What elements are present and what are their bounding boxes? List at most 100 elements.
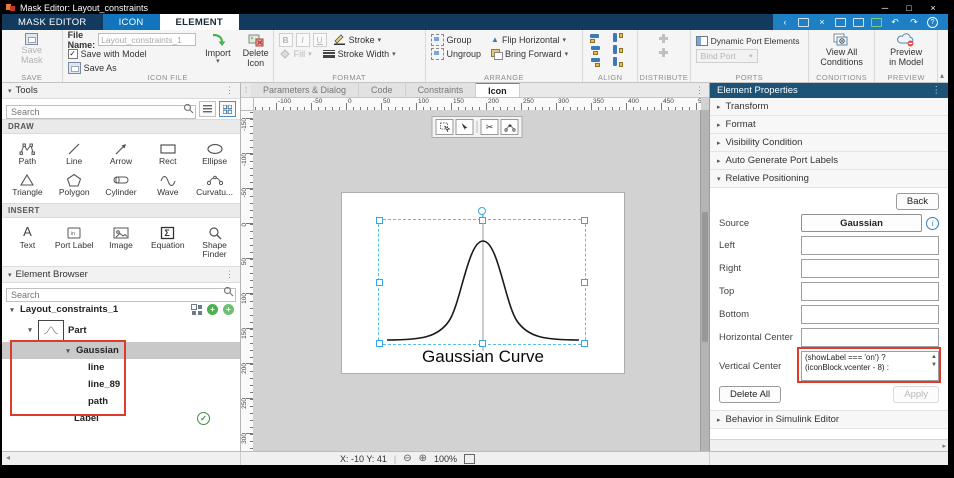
selection-box[interactable] — [378, 219, 586, 345]
tree-item-path[interactable]: path — [2, 393, 240, 410]
delete-all-button[interactable]: Delete All — [719, 386, 781, 403]
stroke-width-button[interactable]: Stroke Width — [338, 49, 390, 59]
save-as-button[interactable]: Save As — [84, 63, 117, 73]
zoom-level[interactable]: 100% — [434, 454, 457, 464]
align-middle-icon[interactable] — [612, 45, 625, 55]
section-visibility-condition[interactable]: ▸ Visibility Condition — [710, 134, 948, 152]
tree-item-line[interactable]: line — [2, 359, 240, 376]
align-left-icon[interactable] — [590, 33, 603, 43]
view-all-conditions-button[interactable]: View All Conditions — [814, 32, 870, 69]
apply-button[interactable]: Apply — [893, 386, 939, 403]
tool-image[interactable]: Image — [98, 221, 145, 262]
paste-icon[interactable] — [853, 18, 864, 27]
canvas-vertical-scrollbar[interactable] — [700, 110, 709, 451]
stroke-button[interactable]: Stroke — [349, 35, 375, 45]
collapse-left-icon[interactable]: ‹ — [779, 17, 791, 27]
vertical-center-input[interactable]: (showLabel === 'on') ? (iconBlock.vcente… — [801, 351, 939, 381]
tab-constraints[interactable]: Constraints — [406, 83, 477, 97]
tree-item-root[interactable]: ▾ Layout_constraints_1 + + — [2, 301, 240, 318]
add-group-icon[interactable]: + — [223, 304, 234, 315]
handle-w[interactable] — [376, 279, 383, 286]
left-input[interactable] — [801, 236, 939, 255]
file-name-input[interactable] — [98, 33, 196, 46]
bind-port-dropdown[interactable]: Bind Port ▾ — [696, 49, 758, 63]
back-button[interactable]: Back — [896, 193, 939, 210]
add-point-tool-button[interactable] — [501, 119, 519, 135]
align-center-icon[interactable] — [590, 45, 603, 55]
icon-artboard[interactable]: Gaussian Curve — [341, 192, 625, 374]
cut-path-tool-button[interactable]: ✂ — [481, 119, 499, 135]
info-icon[interactable]: i — [926, 217, 939, 230]
canvas-tabs-menu-icon[interactable]: ⋮ — [690, 83, 709, 97]
scroll-left-icon[interactable]: ◂ — [6, 453, 10, 462]
tool-polygon[interactable]: Polygon — [51, 168, 98, 199]
align-bottom-icon[interactable] — [612, 57, 625, 67]
tab-parameters-dialog[interactable]: Parameters & Dialog — [251, 83, 359, 97]
element-browser-menu-icon[interactable]: ⋮ — [225, 269, 234, 280]
right-input[interactable] — [801, 259, 939, 278]
tree-item-gaussian[interactable]: ▾ Gaussian — [2, 342, 240, 359]
tree-item-part[interactable]: ▾ Part — [2, 318, 240, 342]
handle-sw[interactable] — [376, 340, 383, 347]
fit-to-view-icon[interactable] — [464, 454, 475, 464]
minimize-button[interactable]: ─ — [874, 2, 896, 14]
direct-select-tool-button[interactable] — [456, 119, 474, 135]
underline-button[interactable]: U — [313, 33, 327, 47]
grid-view-button[interactable] — [219, 101, 236, 117]
group-button[interactable]: Group — [447, 35, 472, 45]
bold-button[interactable]: B — [279, 33, 293, 47]
source-value-button[interactable]: Gaussian — [801, 214, 922, 232]
fill-button[interactable]: Fill — [294, 49, 306, 59]
preview-in-model-button[interactable]: Preview in Model — [880, 32, 932, 69]
align-right-icon[interactable] — [590, 57, 603, 67]
tool-triangle[interactable]: Triangle — [4, 168, 51, 199]
tool-arrow[interactable]: Arrow — [98, 137, 145, 168]
tool-text[interactable]: A Text — [4, 221, 51, 262]
canvas-area[interactable]: ✂ Gaussian Curve — [253, 110, 701, 451]
scroll-right-icon[interactable]: ▸ — [942, 442, 946, 450]
save-mask-button[interactable]: Save Mask — [7, 32, 57, 67]
section-behavior-simulink[interactable]: ▸ Behavior in Simulink Editor — [710, 410, 948, 429]
select-tool-button[interactable] — [436, 119, 454, 135]
import-model-icon[interactable] — [871, 18, 882, 27]
element-browser-collapse-icon[interactable]: ▾ — [8, 271, 12, 279]
section-auto-generate-port-labels[interactable]: ▸ Auto Generate Port Labels — [710, 152, 948, 170]
tool-cylinder[interactable]: Cylinder — [98, 168, 145, 199]
handle-e[interactable] — [581, 279, 588, 286]
tool-shape-finder[interactable]: Shape Finder — [191, 221, 238, 262]
bring-forward-button[interactable]: Bring Forward — [505, 49, 562, 59]
handle-n[interactable] — [479, 217, 486, 224]
vertical-center-spinner[interactable]: ▲▼ — [931, 354, 937, 368]
tools-search-input[interactable] — [6, 105, 196, 119]
top-input[interactable] — [801, 282, 939, 301]
tab-icon-canvas[interactable]: Icon — [476, 83, 520, 97]
redo-icon[interactable]: ↷ — [908, 17, 920, 27]
right-panel-scrollbar[interactable]: ▸ — [710, 439, 948, 451]
distribute-vertical-icon[interactable] — [659, 48, 669, 58]
element-browser-search-input[interactable] — [6, 288, 236, 302]
tool-rect[interactable]: Rect — [144, 137, 191, 168]
help-icon[interactable]: ? — [927, 17, 938, 28]
ungroup-button[interactable]: Ungroup — [447, 49, 482, 59]
tool-curvature[interactable]: Curvatu... — [191, 168, 238, 199]
section-transform[interactable]: ▸ Transform — [710, 98, 948, 116]
rotation-handle[interactable] — [478, 207, 486, 215]
list-view-button[interactable] — [199, 101, 216, 117]
drag-handle-icon[interactable]: ⁞ — [241, 83, 251, 97]
handle-nw[interactable] — [376, 217, 383, 224]
import-button[interactable]: Import ▾ — [202, 32, 234, 71]
tree-item-line-89[interactable]: line_89 — [2, 376, 240, 393]
save-with-model-checkbox[interactable]: ✓ — [68, 49, 78, 59]
tab-element[interactable]: ELEMENT — [160, 14, 240, 30]
tab-mask-editor[interactable]: MASK EDITOR — [2, 14, 103, 30]
tool-line[interactable]: Line — [51, 137, 98, 168]
add-element-icon[interactable]: + — [207, 304, 218, 315]
align-top-icon[interactable] — [612, 33, 625, 43]
handle-ne[interactable] — [581, 217, 588, 224]
delete-icon[interactable]: × — [816, 17, 828, 27]
tool-equation[interactable]: Σ Equation — [144, 221, 191, 262]
delete-icon-button[interactable]: Delete Icon — [240, 32, 272, 71]
tool-ellipse[interactable]: Ellipse — [191, 137, 238, 168]
tree-item-label[interactable]: Label ✓ — [2, 410, 240, 427]
zoom-out-icon[interactable]: ⊖ — [403, 454, 411, 464]
